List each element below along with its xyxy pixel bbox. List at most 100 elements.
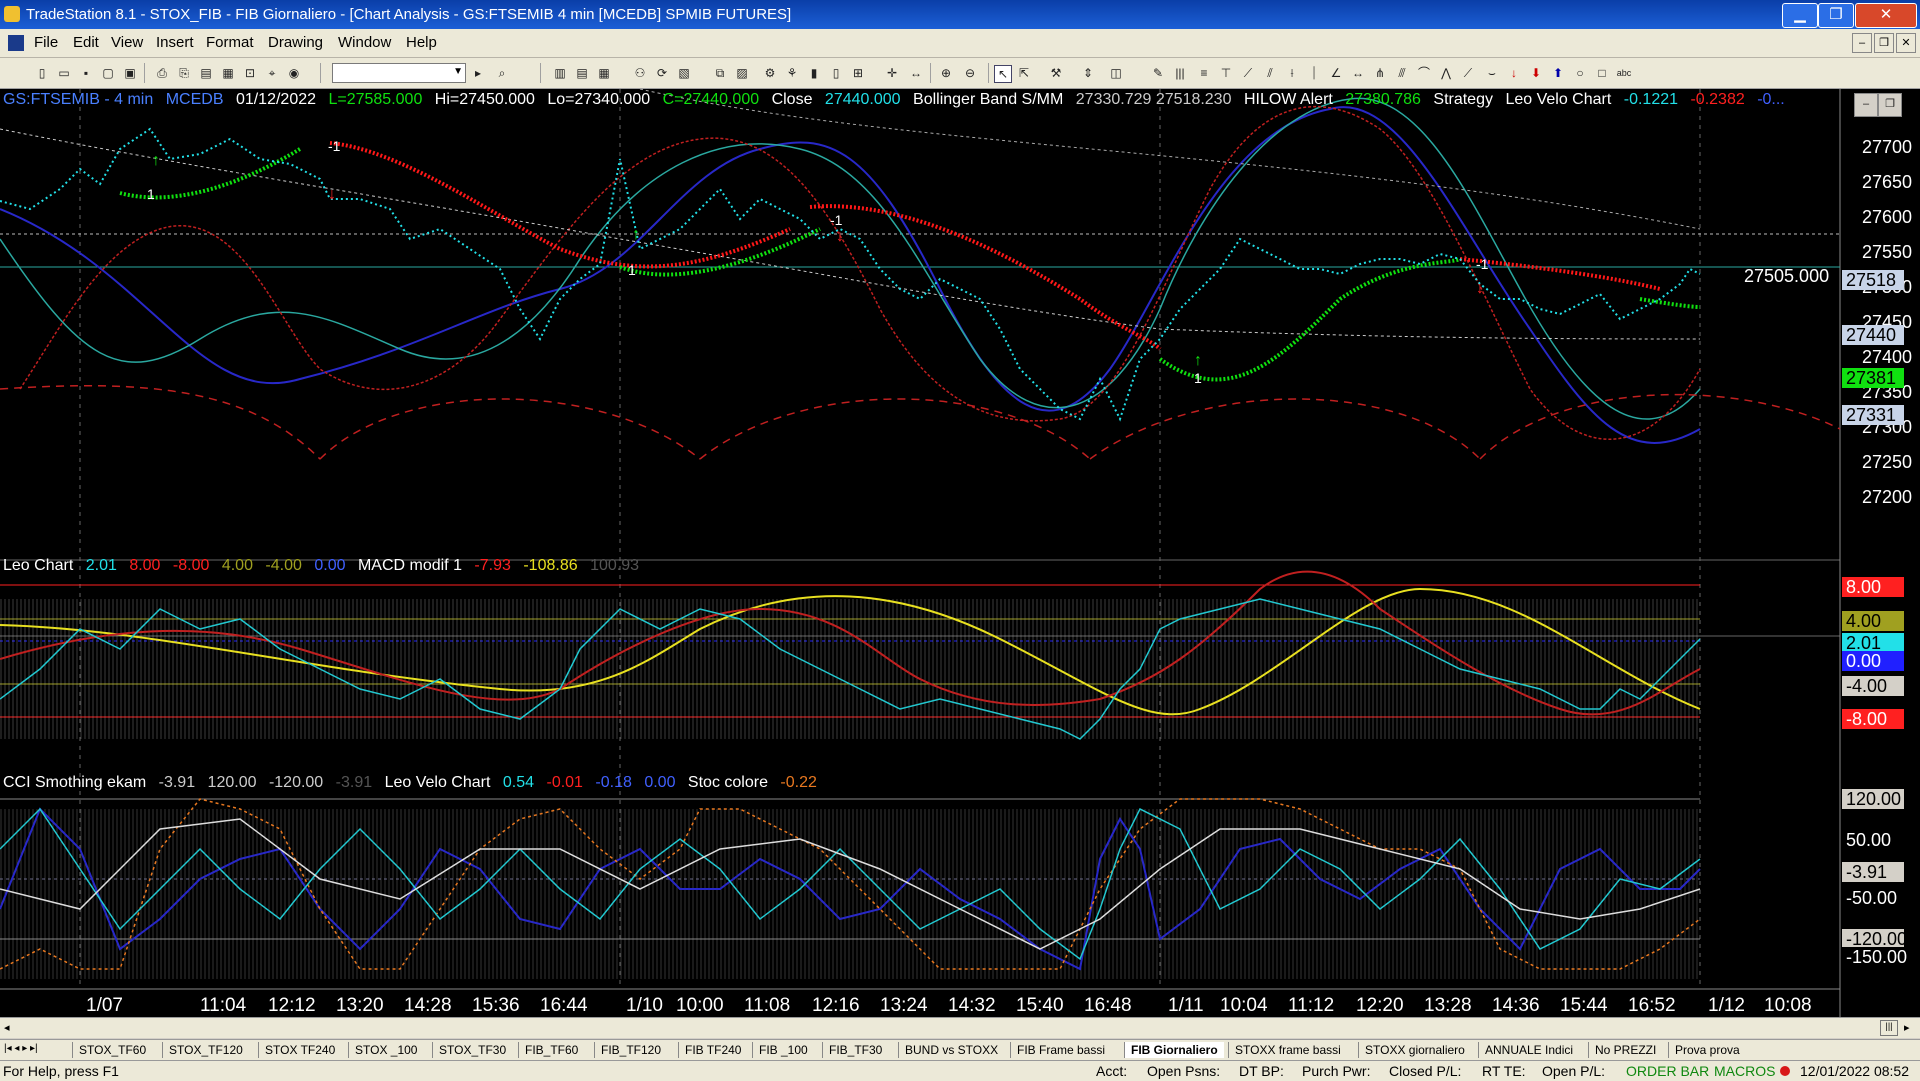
strategy-icon[interactable]: ⚘ xyxy=(784,65,800,81)
subchart-restore-button[interactable]: ❐ xyxy=(1878,93,1902,117)
tab-annuale-indici[interactable]: ANNUALE Indici xyxy=(1478,1042,1579,1058)
angle-icon[interactable]: ∠ xyxy=(1328,65,1344,81)
fib-lines-icon[interactable]: ≡ xyxy=(1196,65,1212,81)
tab-fib-tf120[interactable]: FIB_TF120 xyxy=(594,1042,667,1058)
radar-icon[interactable]: ▦ xyxy=(220,65,236,81)
erase-icon[interactable]: ◫ xyxy=(1108,65,1124,81)
pencil-icon[interactable]: ✎ xyxy=(1150,65,1166,81)
ellipse-icon[interactable]: ○ xyxy=(1572,65,1588,81)
order-bar-button[interactable]: ORDER BAR xyxy=(1626,1063,1709,1079)
macros-button[interactable]: MACROS xyxy=(1714,1063,1775,1079)
tools-icon[interactable]: ⚒ xyxy=(1048,65,1064,81)
candle-icon[interactable]: ▯ xyxy=(828,65,844,81)
menu-drawing[interactable]: Drawing xyxy=(268,34,323,51)
channel-icon[interactable]: ⫽ xyxy=(1262,65,1278,81)
print-icon[interactable]: ⎙ xyxy=(154,65,170,81)
fib-fan-icon[interactable]: ⋀ xyxy=(1438,65,1454,81)
refresh-icon[interactable]: ⟳ xyxy=(654,65,670,81)
tab-no-prezzi[interactable]: No PREZZI xyxy=(1588,1042,1662,1058)
speed-line-icon[interactable]: ⟊ xyxy=(1284,65,1300,81)
tab-fib-100[interactable]: FIB _100 xyxy=(752,1042,814,1058)
close-button[interactable]: ✕ xyxy=(1855,3,1917,28)
child-minimize-button[interactable]: – xyxy=(1852,33,1872,53)
tab-bund-vs-stoxx[interactable]: BUND vs STOXX xyxy=(898,1042,1004,1058)
tab-fib-tf60[interactable]: FIB_TF60 xyxy=(518,1042,584,1058)
tab-stox-tf60[interactable]: STOX_TF60 xyxy=(72,1042,152,1058)
maximize-button[interactable]: ❐ xyxy=(1818,3,1854,28)
new-icon[interactable]: ▯ xyxy=(34,65,50,81)
analysis-icon[interactable]: ⊞ xyxy=(850,65,866,81)
menu-insert[interactable]: Insert xyxy=(156,34,194,51)
bar-chart-icon[interactable]: ▮ xyxy=(806,65,822,81)
crosshair-icon[interactable]: ✛ xyxy=(884,65,900,81)
lock-icon[interactable]: ⊡ xyxy=(242,65,258,81)
chart-canvas[interactable]: ↑ ↓ ↑ ↓ ↑ ↓ 1 -1 1 -1 1 -1 xyxy=(0,89,1920,1017)
save-icon[interactable]: ▪ xyxy=(78,65,94,81)
window-cascade-icon[interactable]: ▨ xyxy=(734,65,750,81)
tab-stox-tf120[interactable]: STOX_TF120 xyxy=(162,1042,249,1058)
zoom-out-icon[interactable]: ⊖ xyxy=(962,65,978,81)
regression-icon[interactable]: ⟋ xyxy=(1460,65,1476,81)
scroll-left-icon[interactable]: ◂ xyxy=(4,1021,10,1034)
menu-file[interactable]: File xyxy=(34,34,58,51)
subchart-minimize-button[interactable]: – xyxy=(1854,93,1878,117)
symbol-combo[interactable]: ▼ xyxy=(332,63,466,83)
text-icon[interactable]: abc xyxy=(1616,65,1632,81)
drag-icon[interactable]: ⇱ xyxy=(1016,65,1032,81)
horizontal-line-icon[interactable]: ↔ xyxy=(1350,65,1366,81)
rectangle-icon[interactable]: □ xyxy=(1594,65,1610,81)
data-icon[interactable]: ▧ xyxy=(676,65,692,81)
tab-fib-tf30[interactable]: FIB_TF30 xyxy=(822,1042,888,1058)
hlines-icon[interactable]: ||| xyxy=(1172,65,1188,81)
open-icon[interactable]: ▭ xyxy=(56,65,72,81)
child-close-button[interactable]: ✕ xyxy=(1896,33,1916,53)
menu-format[interactable]: Format xyxy=(206,34,254,51)
minimize-button[interactable]: ▁ xyxy=(1782,3,1818,28)
link-icon[interactable]: ⚇ xyxy=(632,65,648,81)
curve-icon[interactable]: ⌣ xyxy=(1484,65,1500,81)
workspace-icon[interactable]: ▣ xyxy=(122,65,138,81)
move-icon[interactable]: ⇕ xyxy=(1080,65,1096,81)
menu-edit[interactable]: Edit xyxy=(73,34,99,51)
scroll-right-icon[interactable]: ▸ xyxy=(1904,1021,1910,1034)
down-arrow-icon[interactable]: ⬇ xyxy=(1528,65,1544,81)
scroll-thumb[interactable]: ||| xyxy=(1880,1020,1898,1036)
chart-area[interactable]: ↑ ↓ ↑ ↓ ↑ ↓ 1 -1 1 -1 1 -1 GS:FTSEMIB - … xyxy=(0,89,1920,1017)
indicator-icon[interactable]: ⚙ xyxy=(762,65,778,81)
bar-spacing-icon[interactable]: ↔ xyxy=(908,65,924,81)
tab-stox-tf240[interactable]: STOX TF240 xyxy=(258,1042,341,1058)
vertical-line-icon[interactable]: ⏐ xyxy=(1306,65,1322,81)
sell-arrow-icon[interactable]: ↓ xyxy=(1506,65,1522,81)
zoom-in-icon[interactable]: ⊕ xyxy=(938,65,954,81)
format-icon[interactable]: ▥ xyxy=(552,65,568,81)
window-tile-icon[interactable]: ⧉ xyxy=(712,65,728,81)
pointer-icon[interactable]: ↖ xyxy=(994,65,1012,83)
tab-stox-tf30[interactable]: STOX_TF30 xyxy=(432,1042,512,1058)
chart-window-icon[interactable] xyxy=(8,35,24,51)
new-window-icon[interactable]: ▢ xyxy=(100,65,116,81)
tab-stoxx-giornaliero[interactable]: STOXX giornaliero xyxy=(1358,1042,1471,1058)
scanner-icon[interactable]: ⌖ xyxy=(264,65,280,81)
tab-stoxx-frame-bassi[interactable]: STOXX frame bassi xyxy=(1228,1042,1347,1058)
tab-nav-first-icon[interactable]: |◂ ◂ ▸ ▸| xyxy=(4,1043,38,1054)
lookup-icon[interactable]: ⌕ xyxy=(494,65,510,81)
play-icon[interactable]: ▸ xyxy=(470,65,486,81)
channel-lines-icon[interactable]: ⫻ xyxy=(1394,65,1410,81)
child-restore-button[interactable]: ❐ xyxy=(1874,33,1894,53)
fib-retrace-icon[interactable]: ⊤ xyxy=(1218,65,1234,81)
trendline-icon[interactable]: ⟋ xyxy=(1240,65,1256,81)
gann-fan-icon[interactable]: ⋔ xyxy=(1372,65,1388,81)
tab-fib-tf240[interactable]: FIB TF240 xyxy=(678,1042,747,1058)
chart-icon[interactable]: ▤ xyxy=(198,65,214,81)
arc-icon[interactable]: ⌒ xyxy=(1416,65,1432,81)
horizontal-scrollbar[interactable]: ◂ ||| ▸ xyxy=(0,1017,1920,1038)
table-icon[interactable]: ▤ xyxy=(574,65,590,81)
grid-icon[interactable]: ▦ xyxy=(596,65,612,81)
tab-prova-prova[interactable]: Prova prova xyxy=(1668,1042,1746,1058)
menu-help[interactable]: Help xyxy=(406,34,437,51)
tab-fib-frame-bassi[interactable]: FIB Frame bassi xyxy=(1010,1042,1111,1058)
chevron-down-icon[interactable]: ▼ xyxy=(453,66,463,77)
menu-view[interactable]: View xyxy=(111,34,143,51)
print-preview-icon[interactable]: ⎘ xyxy=(176,65,192,81)
tab-stox-100[interactable]: STOX _100 xyxy=(348,1042,423,1058)
